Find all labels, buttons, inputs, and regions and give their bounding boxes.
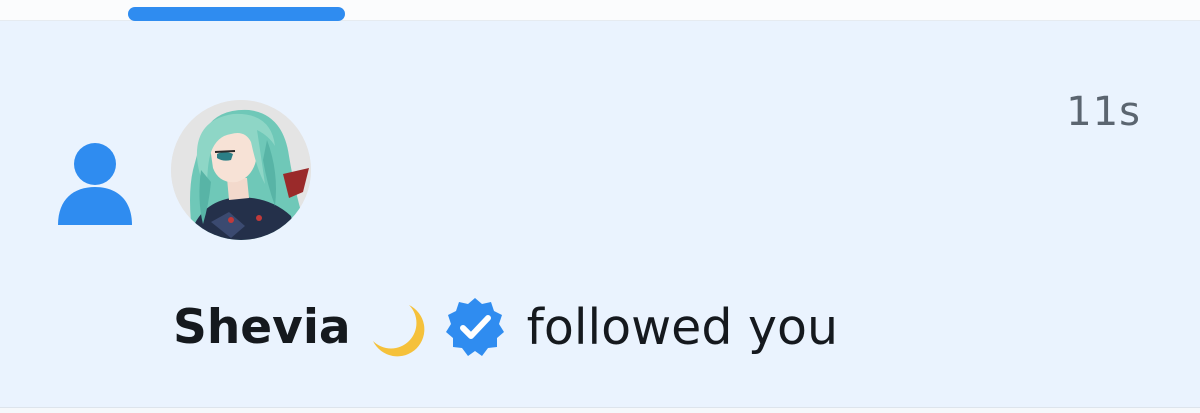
crescent-moon-icon: [372, 305, 425, 357]
divider: [0, 407, 1200, 413]
avatar[interactable]: [171, 100, 311, 240]
action-text: followed you: [526, 298, 839, 356]
actor-name[interactable]: Shevia: [173, 300, 351, 355]
anime-portrait-image: [171, 100, 311, 240]
person-icon: [58, 143, 132, 225]
top-tab-bar: [0, 0, 1200, 21]
active-tab-indicator: [128, 7, 345, 21]
notification-text: Shevia followed you: [173, 295, 838, 359]
timestamp: 11s: [1066, 89, 1141, 135]
follow-notification[interactable]: 11s Shevia followed you: [0, 21, 1200, 407]
verified-badge-icon: [445, 298, 504, 356]
